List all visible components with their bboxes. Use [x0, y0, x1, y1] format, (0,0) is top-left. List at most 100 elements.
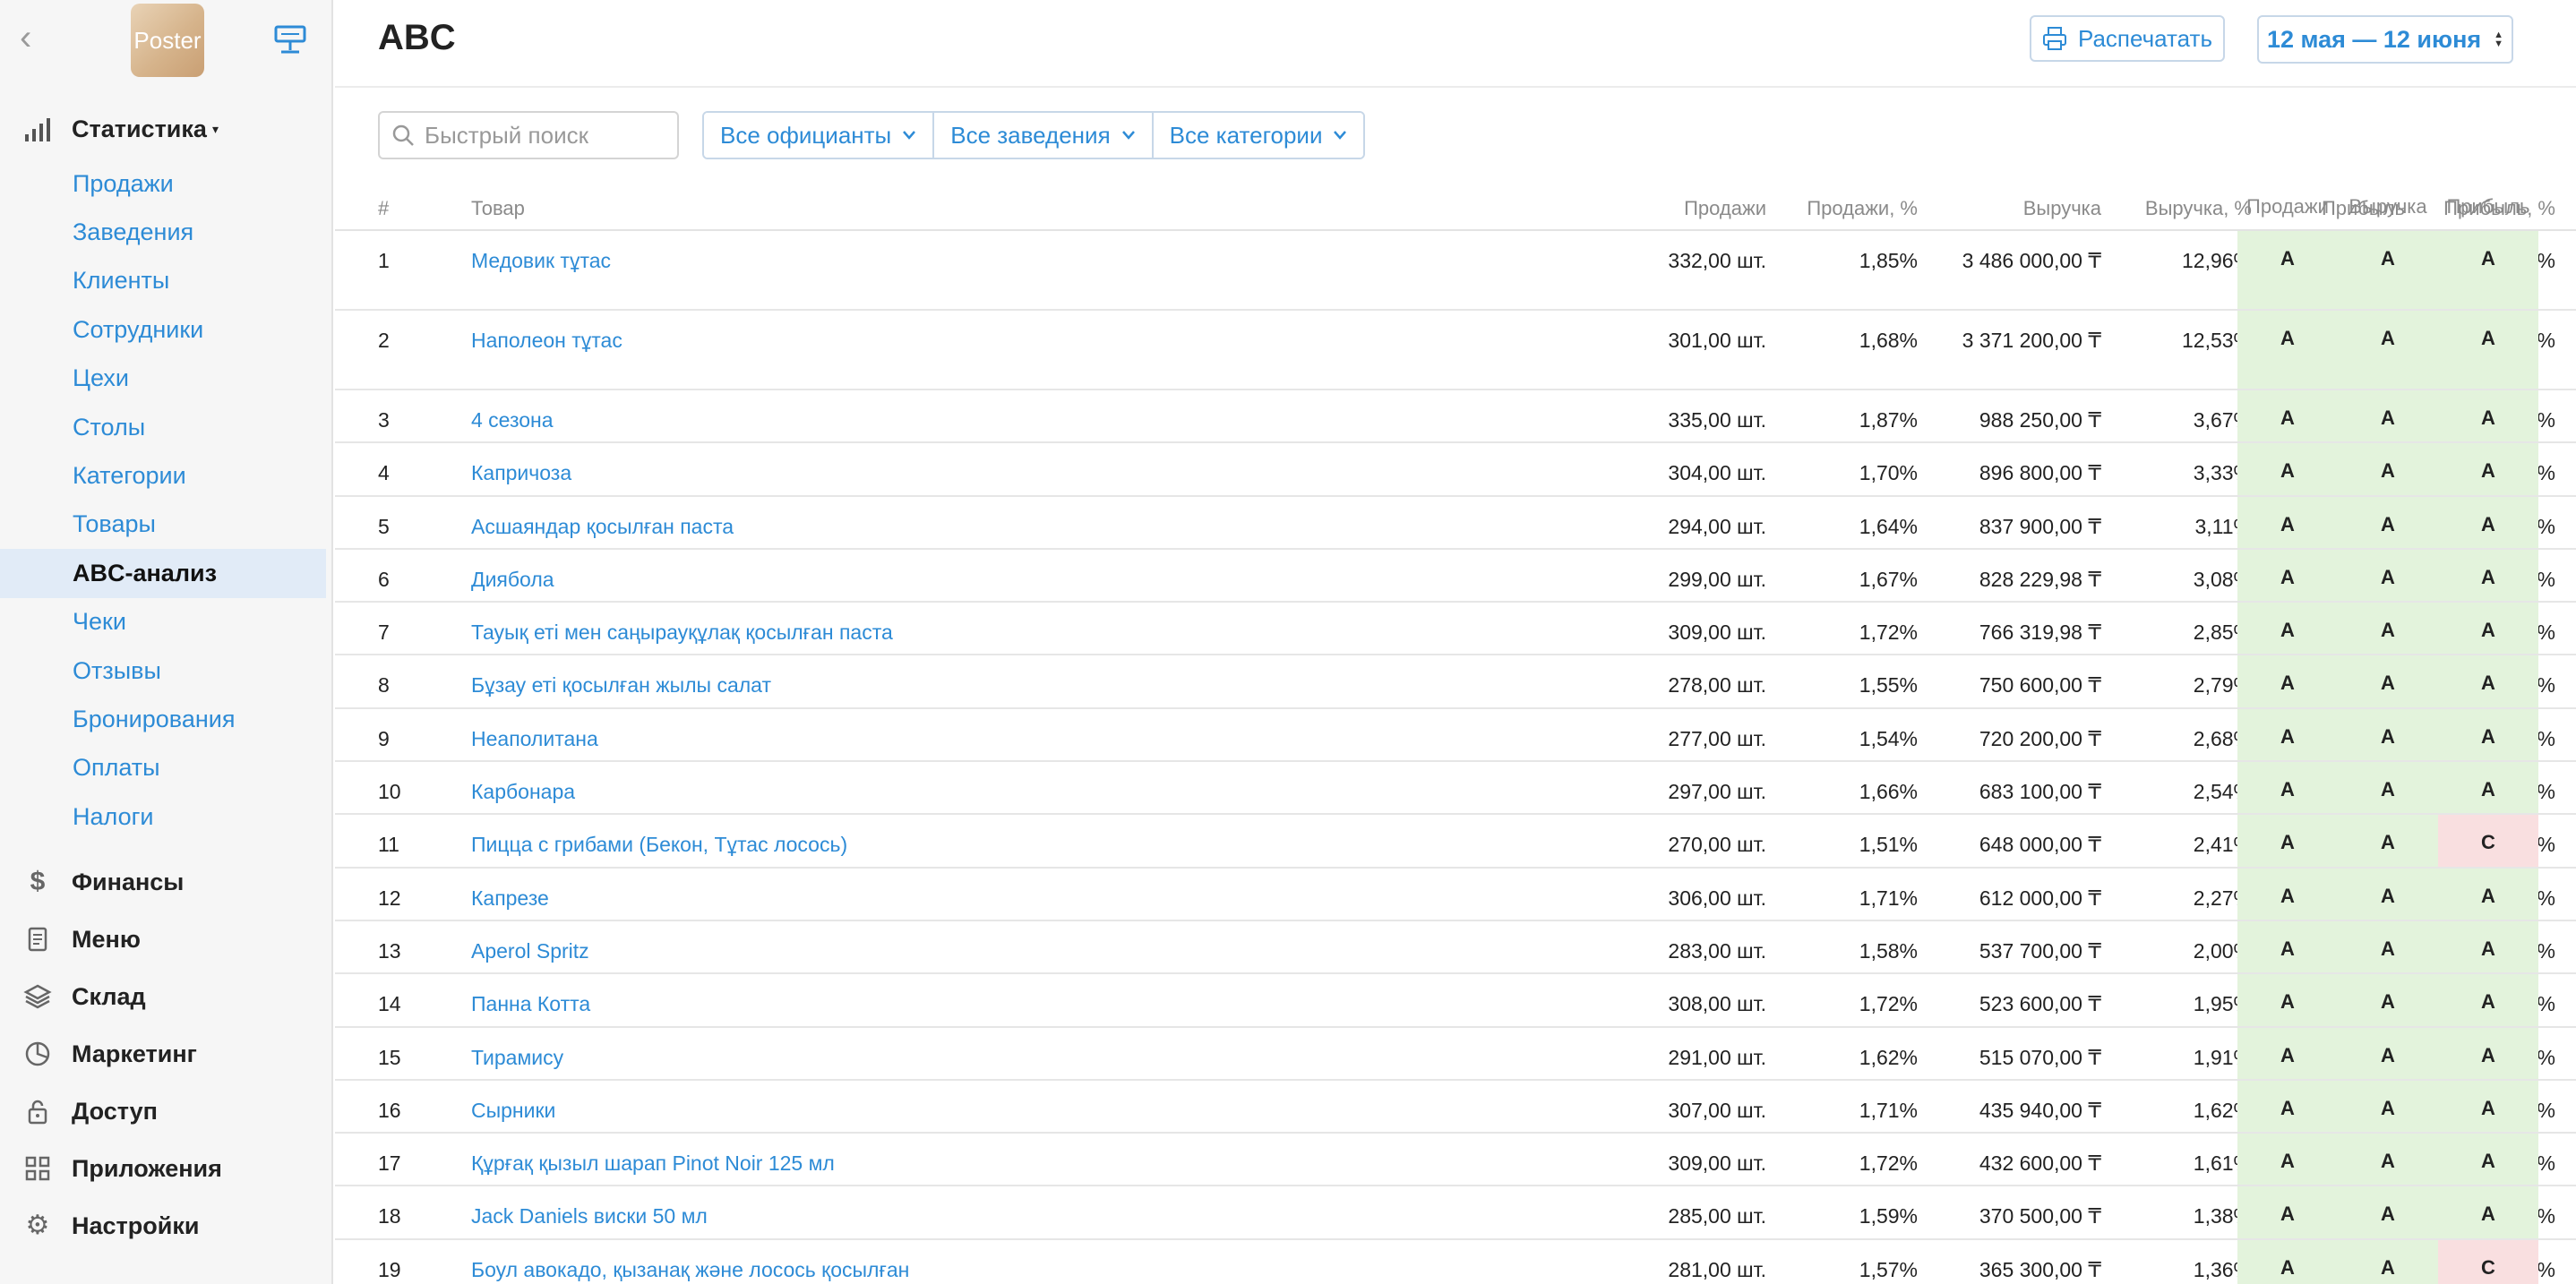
- sidebar-item-categories[interactable]: Категории: [0, 451, 331, 500]
- sidebar-section-menu[interactable]: Меню: [0, 911, 331, 968]
- sidebar-item-sales[interactable]: Продажи: [0, 159, 331, 208]
- product-link[interactable]: Jack Daniels виски 50 мл: [471, 1203, 708, 1230]
- table-row: 12 Капрезе 306,00 шт. 1,71% 612 000,00 ₸ 2,27…: [335, 868, 2576, 921]
- product-link[interactable]: Тирамису: [471, 1044, 563, 1072]
- sidebar: ‹ Poster Статистика ▾ Продажи Заведения …: [0, 0, 333, 1284]
- revenue-cell: 648 000,00 ₸: [1979, 833, 2101, 857]
- abc-profit-badge: A: [2438, 231, 2538, 309]
- abc-profit-badge: A: [2438, 390, 2538, 442]
- sales-cell: 270,00 шт.: [1668, 833, 1766, 857]
- product-link[interactable]: Құрғақ қызыл шарап Pinot Noir 125 мл: [471, 1150, 835, 1177]
- product-link[interactable]: Асшаяндар қосылған паста: [471, 513, 734, 541]
- sidebar-item-receipts[interactable]: Чеки: [0, 598, 331, 646]
- venues-filter-dropdown[interactable]: Все заведения: [934, 113, 1154, 158]
- sales-pct-cell: 1,72%: [1859, 621, 1918, 645]
- column-header-revenue-pct[interactable]: Выручка, %: [2145, 195, 2252, 222]
- sidebar-section-warehouse[interactable]: Склад: [0, 968, 331, 1025]
- sidebar-section-access[interactable]: Доступ: [0, 1083, 331, 1140]
- sales-cell: 308,00 шт.: [1668, 992, 1766, 1016]
- sales-pct-cell: 1,62%: [1859, 1045, 1918, 1069]
- table-row: 15 Тирамису 291,00 шт. 1,62% 515 070,00 ₸ 1,9…: [335, 1027, 2576, 1081]
- sidebar-item-venues[interactable]: Заведения: [0, 208, 331, 256]
- sidebar-item-products[interactable]: Товары: [0, 501, 331, 549]
- product-link[interactable]: Aperol Spritz: [471, 937, 589, 965]
- back-chevron-icon[interactable]: ‹: [20, 20, 52, 56]
- column-header-abc-sales[interactable]: Продажи: [2237, 184, 2338, 229]
- abc-sales-badge: A: [2237, 603, 2338, 655]
- column-header-sales-pct[interactable]: Продажи, %: [1807, 195, 1918, 222]
- abc-profit-badge: A: [2438, 708, 2538, 761]
- revenue-cell: 365 300,00 ₸: [1979, 1257, 2101, 1281]
- product-link[interactable]: Карбонара: [471, 778, 575, 806]
- sales-cell: 278,00 шт.: [1668, 673, 1766, 698]
- product-link[interactable]: Наполеон тұтас: [471, 327, 623, 355]
- sidebar-item-taxes[interactable]: Налоги: [0, 792, 331, 841]
- sidebar-section-finance[interactable]: $ Финансы: [0, 853, 331, 911]
- dropdown-label: Все заведения: [950, 121, 1111, 149]
- sort-arrows-icon: ▲ ▼: [2494, 30, 2504, 49]
- sales-pct-cell: 1,68%: [1859, 329, 1918, 352]
- sidebar-item-reviews[interactable]: Отзывы: [0, 646, 331, 695]
- sidebar-item-payments[interactable]: Оплаты: [0, 744, 331, 792]
- sidebar-section-settings[interactable]: ⚙ Настройки: [0, 1197, 331, 1254]
- terminal-icon[interactable]: [270, 21, 310, 57]
- column-header-revenue[interactable]: Выручка: [2023, 195, 2101, 222]
- product-link[interactable]: Капричоза: [471, 459, 571, 487]
- row-index: 16: [378, 1098, 401, 1122]
- sidebar-section-apps[interactable]: Приложения: [0, 1140, 331, 1197]
- waiters-filter-dropdown[interactable]: Все официанты: [704, 113, 935, 158]
- product-link[interactable]: Медовик тұтас: [471, 247, 611, 275]
- sidebar-item-abc-analysis[interactable]: ABC-анализ: [0, 549, 326, 598]
- chevron-down-icon: [1121, 131, 1135, 140]
- table-row: 14 Панна Котта 308,00 шт. 1,72% 523 600,00 ₸…: [335, 974, 2576, 1028]
- product-link[interactable]: Сырники: [471, 1097, 555, 1125]
- table-row: 10 Карбонара 297,00 шт. 1,66% 683 100,00 ₸ 2,…: [335, 762, 2576, 816]
- dollar-icon: $: [30, 867, 46, 897]
- column-header-sales[interactable]: Продажи: [1684, 195, 1766, 222]
- product-link[interactable]: Тауық еті мен саңырауқұлақ қосылған паст…: [471, 619, 893, 646]
- sidebar-item-workshops[interactable]: Цехи: [0, 355, 331, 403]
- product-link[interactable]: Капрезе: [471, 885, 549, 912]
- poster-logo[interactable]: Poster: [131, 4, 204, 77]
- product-link[interactable]: 4 сезона: [471, 407, 554, 434]
- revenue-cell: 435 940,00 ₸: [1979, 1098, 2101, 1122]
- abc-revenue-badge: A: [2338, 390, 2438, 442]
- product-link[interactable]: Панна Котта: [471, 990, 590, 1018]
- table-row: 19 Боул авокадо, қызанақ және лосось қосы…: [335, 1239, 2576, 1284]
- print-button[interactable]: Распечатать: [2030, 15, 2225, 62]
- abc-sales-badge: A: [2237, 1027, 2338, 1079]
- sidebar-section-label: Меню: [72, 925, 141, 953]
- print-button-label: Распечатать: [2077, 24, 2212, 52]
- sales-pct-cell: 1,58%: [1859, 938, 1918, 963]
- product-link[interactable]: Бұзау еті қосылған жылы салат: [471, 672, 771, 699]
- product-link[interactable]: Пицца с грибами (Бекон, Тұтас лосось): [471, 831, 847, 859]
- sidebar-section-label: Приложения: [72, 1154, 222, 1182]
- product-link[interactable]: Диябола: [471, 566, 554, 594]
- sidebar-section-marketing[interactable]: Маркетинг: [0, 1025, 331, 1083]
- abc-revenue-badge: A: [2338, 708, 2438, 761]
- column-header-index[interactable]: #: [378, 195, 389, 222]
- abc-profit-badge: A: [2438, 443, 2538, 495]
- table-row: 5 Асшаяндар қосылған паста 294,00 шт. 1,64%…: [335, 496, 2576, 550]
- date-range-picker[interactable]: 12 мая — 12 июня ▲ ▼: [2257, 15, 2513, 64]
- search-input[interactable]: [425, 121, 666, 150]
- sidebar-item-clients[interactable]: Клиенты: [0, 257, 331, 305]
- sidebar-section-statistics[interactable]: Статистика ▾: [0, 100, 331, 158]
- abc-profit-badge: A: [2438, 1186, 2538, 1238]
- column-header-abc-revenue[interactable]: Выручка: [2338, 184, 2438, 229]
- column-header-product[interactable]: Товар: [471, 195, 525, 222]
- abc-sales-badge: A: [2237, 974, 2338, 1026]
- printer-icon: [2042, 27, 2066, 50]
- product-link[interactable]: Неаполитана: [471, 725, 598, 753]
- column-header-abc-profit[interactable]: Прибыль: [2438, 184, 2538, 229]
- product-link[interactable]: Боул авокадо, қызанақ және лосось қосылғ…: [471, 1256, 909, 1284]
- sidebar-item-tables[interactable]: Столы: [0, 403, 331, 451]
- abc-sales-badge: A: [2237, 920, 2338, 973]
- sales-cell: 297,00 шт.: [1668, 780, 1766, 804]
- sales-pct-cell: 1,85%: [1859, 249, 1918, 272]
- sidebar-item-employees[interactable]: Сотрудники: [0, 305, 331, 354]
- search-box[interactable]: [378, 111, 679, 159]
- sidebar-item-reservations[interactable]: Бронирования: [0, 695, 331, 743]
- sales-pct-cell: 1,57%: [1859, 1257, 1918, 1281]
- categories-filter-dropdown[interactable]: Все категории: [1153, 113, 1364, 158]
